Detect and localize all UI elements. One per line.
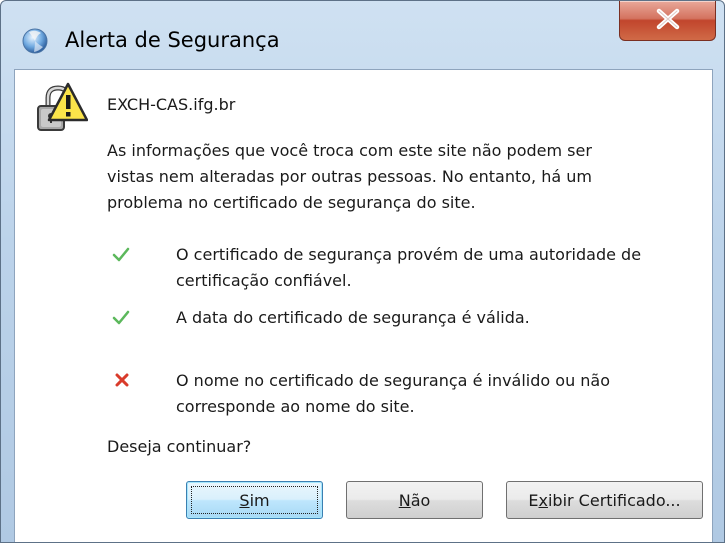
site-name: EXCH-CAS.ifg.br [107,95,236,114]
intro-line-3: problema no certificado de segurança do … [107,193,476,212]
close-button[interactable] [619,1,716,41]
security-alert-dialog: Alerta de Segurança EXCH-CAS.ifg.br As i… [0,0,725,543]
yes-button-mnemonic: S [239,490,250,510]
close-icon [656,8,680,30]
green-check-icon [112,247,130,262]
red-x-icon [115,373,129,387]
continue-question: Deseja continuar? [107,437,252,456]
check-1-line-1: O certificado de segurança provém de uma… [176,245,642,264]
dialog-body: EXCH-CAS.ifg.br As informações que você … [14,69,713,542]
check-1-line-2: certificação confiável. [176,271,352,290]
no-button-mnemonic: N [398,490,411,510]
view-certificate-mnemonic: x [538,490,548,510]
window-title: Alerta de Segurança [65,28,280,52]
intro-line-2: vistas nem alteradas por outras pessoas.… [107,167,592,186]
no-button-label: ão [410,490,431,510]
title-bar[interactable]: Alerta de Segurança [1,1,724,69]
view-certificate-label: ibir Certificado... [547,490,681,510]
check-3-line-2: corresponde ao nome do site. [176,397,415,416]
yes-button-label: im [249,490,270,510]
view-certificate-prefix: E [528,490,539,510]
green-check-icon [112,310,130,325]
check-2-line-1: A data do certificado de segurança é vál… [176,308,530,327]
intro-line-1: As informações que você troca com este s… [107,141,592,160]
yes-button[interactable]: Sim [186,481,323,519]
view-certificate-button[interactable]: Exibir Certificado... [506,481,703,519]
check-3-line-1: O nome no certificado de segurança é inv… [176,371,611,390]
no-button[interactable]: Não [346,481,483,519]
internet-explorer-icon [22,28,48,54]
security-warning-lock-icon [37,82,88,131]
